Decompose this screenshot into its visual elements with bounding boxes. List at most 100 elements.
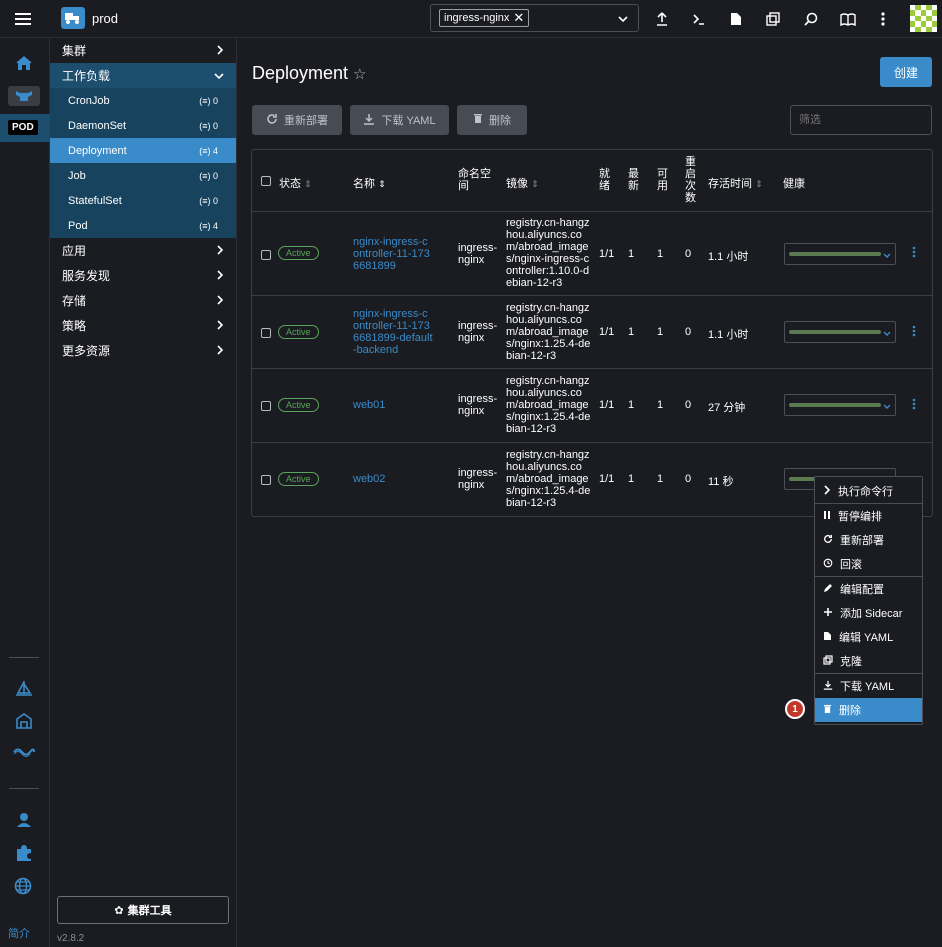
pause-icon xyxy=(823,510,831,523)
row-checkbox[interactable] xyxy=(261,401,271,411)
nav-item-count: (≡) 0 xyxy=(199,120,218,131)
fleet-icon[interactable] xyxy=(15,712,33,733)
redeploy-button[interactable]: 重新部署 xyxy=(252,105,342,135)
menu-item-clone[interactable]: 克隆 xyxy=(815,649,922,673)
cluster-name[interactable]: prod xyxy=(92,11,118,26)
namespace-selector[interactable]: ingress-nginx ✕ xyxy=(430,4,639,32)
menu-item-edit-yaml[interactable]: 编辑 YAML xyxy=(815,625,922,649)
header-status[interactable]: 状态 ⇕ xyxy=(279,175,312,191)
header-image[interactable]: 镜像 ⇕ xyxy=(506,175,539,191)
cluster-tools-button[interactable]: ✿ 集群工具 xyxy=(57,896,229,924)
header-namespace[interactable]: 命名空间 xyxy=(458,168,494,192)
menu-item-edit-config[interactable]: 编辑配置 xyxy=(815,577,922,601)
rail-divider-2 xyxy=(9,788,39,789)
menu-item-label: 执行命令行 xyxy=(838,486,893,498)
chevron-down-icon[interactable] xyxy=(618,12,628,26)
nav-group-label: 工作负载 xyxy=(62,69,111,83)
nav-group-cluster[interactable]: 集群 xyxy=(50,38,236,63)
header-age[interactable]: 存活时间 ⇕ xyxy=(708,175,763,191)
about-link[interactable]: 简介 xyxy=(8,925,30,941)
available-cell: 1 xyxy=(657,326,664,338)
nav-group-policy[interactable]: 策略 xyxy=(50,313,236,338)
row-checkbox[interactable] xyxy=(261,250,271,260)
avatar[interactable] xyxy=(910,5,937,32)
nav-group-label: 应用 xyxy=(62,244,87,258)
menu-item-exec-shell[interactable]: 执行命令行 xyxy=(815,479,922,503)
ready-cell: 1/1 xyxy=(599,326,615,338)
app-logo-icon[interactable] xyxy=(61,7,85,29)
menu-item-download-yaml[interactable]: 下载 YAML xyxy=(815,674,922,698)
row-checkbox[interactable] xyxy=(261,328,271,338)
health-dropdown[interactable] xyxy=(784,321,896,343)
filter-input[interactable] xyxy=(790,105,932,135)
age-cell: 1.1 小时 xyxy=(708,251,749,263)
nav-item-count: (≡) 0 xyxy=(199,95,218,106)
row-actions-icon[interactable] xyxy=(912,325,916,340)
star-icon[interactable]: ☆ xyxy=(353,65,366,83)
nav-item-statefulset[interactable]: StatefulSet (≡) 0 xyxy=(50,188,236,213)
header-name[interactable]: 名称 ⇕ xyxy=(353,175,386,191)
row-actions-icon[interactable] xyxy=(912,246,916,261)
menu-item-redeploy[interactable]: 重新部署 xyxy=(815,528,922,552)
select-all-checkbox[interactable] xyxy=(261,176,271,186)
chevron-down-icon xyxy=(214,69,224,83)
download-icon xyxy=(363,113,375,128)
menu-item-pause[interactable]: 暂停编排 xyxy=(815,504,922,528)
side-nav: 集群 工作负载 CronJob (≡) 0 DaemonSet (≡) 0 De… xyxy=(50,38,237,947)
upload-icon[interactable] xyxy=(652,9,672,29)
remove-tag-icon[interactable]: ✕ xyxy=(513,10,524,26)
helm-icon[interactable] xyxy=(15,680,33,701)
age-cell: 1.1 小时 xyxy=(708,329,749,341)
deployment-table: 状态 ⇕ 名称 ⇕ 命名空间 镜像 ⇕ 就绪 最新 可用 重启次数 存活时间 ⇕… xyxy=(251,149,933,517)
nav-item-pod[interactable]: Pod (≡) 4 xyxy=(50,213,236,238)
image-cell: registry.cn-hangzhou.aliyuncs.com/abroad… xyxy=(506,217,590,289)
health-dropdown[interactable] xyxy=(784,243,896,265)
nav-group-label: 服务发现 xyxy=(62,269,111,283)
deployment-name-link[interactable]: nginx-ingress-controller-11-1736681899-d… xyxy=(353,308,433,356)
header-available[interactable]: 可用 xyxy=(657,168,669,192)
menu-item-add-sidecar[interactable]: 添加 Sidecar xyxy=(815,601,922,625)
nav-group-more-resources[interactable]: 更多资源 xyxy=(50,338,236,363)
menu-item-delete[interactable]: 删除 xyxy=(815,698,922,722)
age-cell: 11 秒 xyxy=(708,476,734,488)
header-restarts[interactable]: 重启次数 xyxy=(685,156,697,204)
home-icon[interactable] xyxy=(15,55,33,74)
copy-icon[interactable] xyxy=(763,9,783,29)
nav-group-workload[interactable]: 工作负载 xyxy=(50,63,236,88)
version-label[interactable]: v2.8.2 xyxy=(57,933,84,944)
extension-icon[interactable] xyxy=(15,844,33,865)
download-yaml-button[interactable]: 下载 YAML xyxy=(350,105,449,135)
user-icon[interactable] xyxy=(16,812,32,831)
book-icon[interactable] xyxy=(838,9,858,29)
header-ready[interactable]: 就绪 xyxy=(599,168,611,192)
deployment-name-link[interactable]: web02 xyxy=(353,473,385,485)
file-icon[interactable] xyxy=(726,9,746,29)
nav-group-apps[interactable]: 应用 xyxy=(50,238,236,263)
namespace-cell: ingress-nginx xyxy=(458,242,498,266)
terminal-icon[interactable] xyxy=(689,9,709,29)
nav-group-storage[interactable]: 存储 xyxy=(50,288,236,313)
pod-badge-row[interactable]: POD xyxy=(0,114,50,142)
row-checkbox[interactable] xyxy=(261,475,271,485)
cluster-icon[interactable] xyxy=(8,86,40,106)
header-uptodate[interactable]: 最新 xyxy=(628,168,640,192)
globe-icon[interactable] xyxy=(14,877,32,898)
health-dropdown[interactable] xyxy=(784,394,896,416)
menu-item-rollback[interactable]: 回滚 xyxy=(815,552,922,576)
more-vert-icon[interactable] xyxy=(873,9,893,29)
row-actions-icon[interactable] xyxy=(912,398,916,413)
delete-button[interactable]: 删除 xyxy=(457,105,527,135)
nav-group-service-discovery[interactable]: 服务发现 xyxy=(50,263,236,288)
nav-item-cronjob[interactable]: CronJob (≡) 0 xyxy=(50,88,236,113)
table-row: Active nginx-ingress-controller-11-17366… xyxy=(252,212,932,296)
search-icon[interactable] xyxy=(801,9,821,29)
nav-item-deployment[interactable]: Deployment (≡) 4 xyxy=(50,138,236,163)
neuvector-icon[interactable] xyxy=(13,746,35,761)
deployment-name-link[interactable]: nginx-ingress-controller-11-1736681899 xyxy=(353,236,433,272)
menu-icon[interactable] xyxy=(13,9,33,29)
create-button[interactable]: 创建 xyxy=(880,57,932,87)
nav-item-daemonset[interactable]: DaemonSet (≡) 0 xyxy=(50,113,236,138)
nav-item-job[interactable]: Job (≡) 0 xyxy=(50,163,236,188)
namespace-tag: ingress-nginx ✕ xyxy=(439,9,530,27)
deployment-name-link[interactable]: web01 xyxy=(353,399,385,411)
